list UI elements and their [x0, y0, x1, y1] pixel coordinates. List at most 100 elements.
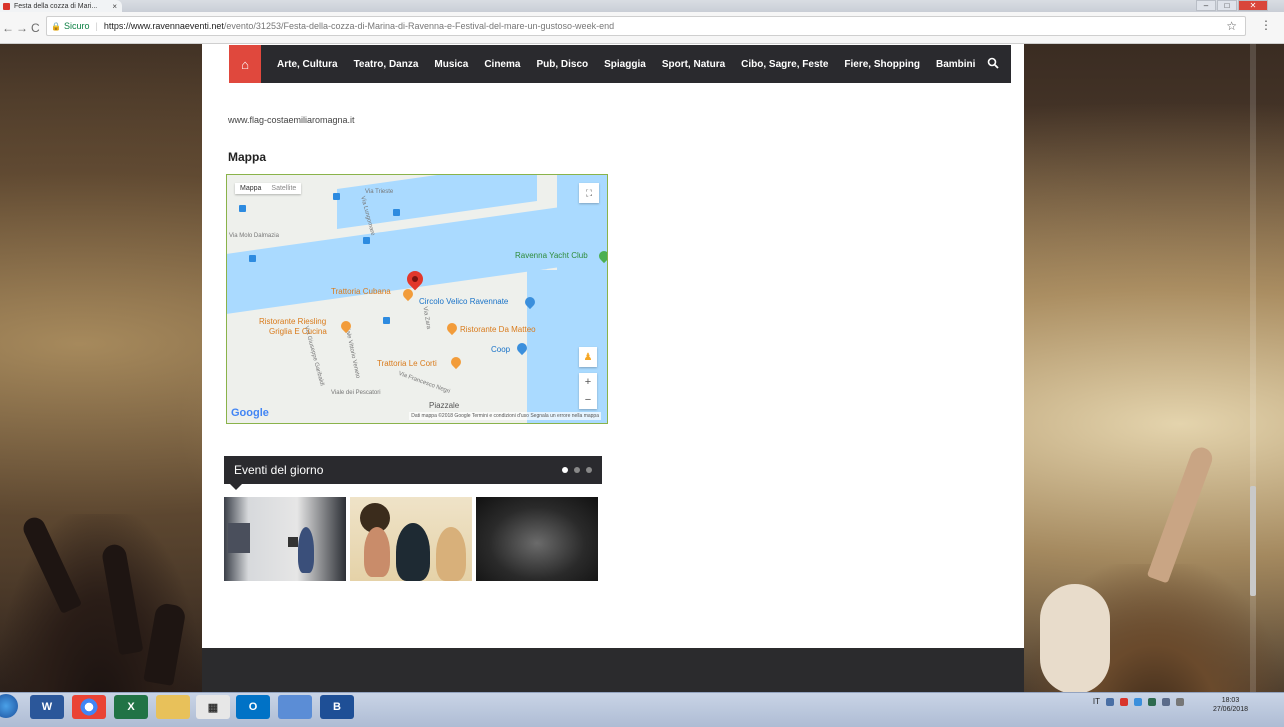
bookmark-star-icon[interactable]: ☆ [1226, 19, 1237, 33]
tray-app-icon[interactable] [1148, 697, 1156, 706]
system-clock[interactable]: 18:03 27/06/2018 [1213, 696, 1248, 714]
nav-item-musica[interactable]: Musica [426, 59, 476, 70]
excel-icon[interactable]: X [114, 695, 148, 719]
clock-time: 18:03 [1221, 697, 1240, 704]
event-thumbnails [224, 497, 598, 581]
carousel-dot[interactable] [586, 467, 592, 473]
google-logo[interactable]: Google [231, 407, 269, 419]
events-header: Eventi del giorno [224, 456, 602, 490]
browser-tab[interactable]: Festa della cozza di Mari... × [0, 0, 122, 12]
tab-close-icon[interactable]: × [112, 2, 117, 11]
back-button[interactable]: ← [2, 21, 14, 35]
network-icon[interactable] [1162, 697, 1170, 706]
restaurant-pin-icon[interactable] [448, 354, 464, 370]
nav-item-fiere-shopping[interactable]: Fiere, Shopping [836, 59, 928, 70]
lock-icon: 🔒 [51, 21, 61, 31]
close-window-button[interactable]: ✕ [1238, 0, 1268, 11]
browser-tabstrip: Festa della cozza di Mari... × – □ ✕ [0, 0, 1284, 12]
event-thumbnail-painting[interactable] [350, 497, 472, 581]
restaurant-pin-icon[interactable] [444, 320, 460, 336]
tray-app-icon[interactable] [1106, 697, 1114, 706]
map-label-riesling: Ristorante Riesling [259, 317, 327, 326]
address-bar[interactable]: 🔒 Sicuro | https://www.ravennaeventi.net… [46, 16, 1246, 36]
fullscreen-icon[interactable]: ⛶ [579, 183, 599, 203]
raised-hand [1146, 444, 1216, 584]
carousel-dots [562, 467, 592, 473]
bus-stop-icon [239, 205, 246, 212]
nav-item-teatro-danza[interactable]: Teatro, Danza [346, 59, 427, 70]
system-tray: IT [1093, 697, 1184, 706]
forward-button[interactable]: → [16, 21, 28, 35]
map-tab-map[interactable]: Mappa [240, 185, 261, 192]
tab-title: Festa della cozza di Mari... [14, 2, 98, 10]
zoom-control: + − [579, 373, 597, 409]
event-thumbnail-gallery[interactable] [224, 497, 346, 581]
nav-item-arte-cultura[interactable]: Arte, Cultura [269, 59, 346, 70]
nav-item-cibo-sagre-feste[interactable]: Cibo, Sagre, Feste [733, 59, 836, 70]
bus-stop-icon [249, 255, 256, 262]
main-content: ⌂ Arte, Cultura Teatro, Danza Musica Cin… [202, 44, 1024, 692]
nav-menu: Arte, Cultura Teatro, Danza Musica Cinem… [269, 59, 983, 70]
map-label-le-corti: Trattoria Le Corti [377, 359, 437, 368]
nav-item-spiaggia[interactable]: Spiaggia [596, 59, 654, 70]
street-label: Via Molo Dalmazia [229, 233, 279, 239]
site-footer [202, 648, 1024, 692]
site-navbar: ⌂ Arte, Cultura Teatro, Danza Musica Cin… [229, 45, 1011, 83]
website-link[interactable]: www.flag-costaemiliaromagna.it [228, 115, 355, 125]
clock-date: 27/06/2018 [1212, 706, 1248, 713]
search-icon[interactable] [987, 57, 999, 72]
street-label: Via Trieste [365, 189, 394, 195]
outlook-icon[interactable]: O [236, 695, 270, 719]
window-controls: – □ ✕ [1196, 0, 1268, 11]
carousel-dot[interactable] [574, 467, 580, 473]
tray-app-icon[interactable] [1134, 697, 1142, 706]
calculator-icon[interactable]: ▦ [196, 695, 230, 719]
map-label-griglia: Griglia E Cucina [269, 327, 327, 336]
street-label: Via Zara [421, 306, 432, 330]
restaurant-pin-icon[interactable] [338, 318, 354, 334]
zoom-in-button[interactable]: + [585, 376, 591, 388]
secure-label: Sicuro [63, 21, 90, 31]
zoom-out-button[interactable]: − [585, 394, 591, 406]
map-tab-satellite[interactable]: Satellite [271, 185, 296, 192]
map-attribution[interactable]: Dati mappa ©2018 Google Termini e condiz… [409, 412, 601, 420]
nav-item-bambini[interactable]: Bambini [928, 59, 983, 70]
nav-item-cinema[interactable]: Cinema [476, 59, 528, 70]
chrome-icon[interactable] [72, 695, 106, 719]
minimize-button[interactable]: – [1196, 0, 1216, 11]
events-title: Eventi del giorno [234, 463, 324, 477]
nav-item-pub-disco[interactable]: Pub, Disco [528, 59, 596, 70]
tray-app-icon[interactable] [1120, 697, 1128, 706]
map-section-title: Mappa [228, 150, 267, 164]
language-indicator[interactable]: IT [1093, 697, 1100, 706]
home-icon[interactable]: ⌂ [229, 45, 261, 83]
street-label: Viale dei Pescatori [331, 390, 381, 396]
file-explorer-icon[interactable] [156, 695, 190, 719]
browser-menu-icon[interactable]: ⋮ [1260, 18, 1272, 32]
os-taskbar: W X ▦ O B IT 18:03 27/06/2018 [0, 692, 1284, 727]
bus-stop-icon [393, 209, 400, 216]
volume-icon[interactable] [1176, 697, 1184, 706]
reload-button[interactable]: C [31, 21, 40, 35]
event-thumbnail-concert[interactable] [476, 497, 598, 581]
map-label-piazzale: Piazzale [429, 401, 460, 410]
bus-stop-icon [383, 317, 390, 324]
bus-stop-icon [363, 237, 370, 244]
map-label-coop: Coop [491, 345, 511, 354]
bus-stop-icon [333, 193, 340, 200]
street-label: Via Francesco Negri [397, 370, 451, 396]
start-button[interactable] [0, 694, 18, 718]
nav-item-sport-natura[interactable]: Sport, Natura [654, 59, 733, 70]
street-view-pegman-icon[interactable]: ♟ [579, 347, 597, 367]
google-map[interactable]: Mappa Satellite ⛶ Via Lungomare Via Zara… [226, 174, 608, 424]
favicon-icon [3, 2, 10, 10]
url-host: https://www.ravennaeventi.net [103, 21, 224, 31]
maximize-button[interactable]: □ [1217, 0, 1237, 11]
url-path: /evento/31253/Festa-della-cozza-di-Marin… [223, 21, 615, 31]
people-icon[interactable] [278, 695, 312, 719]
b-app-icon[interactable]: B [320, 695, 354, 719]
page-scrollbar-thumb[interactable] [1250, 486, 1256, 596]
carousel-dot[interactable] [562, 467, 568, 473]
map-label-circolo-velico: Circolo Velico Ravennate [419, 297, 509, 306]
word-icon[interactable]: W [30, 695, 64, 719]
